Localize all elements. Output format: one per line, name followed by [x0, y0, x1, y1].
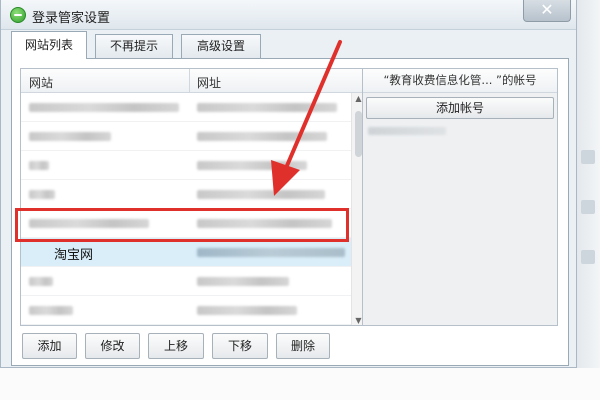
background-strip-icon — [581, 150, 595, 164]
list-item-selected[interactable]: 淘宝网 — [21, 238, 351, 267]
blurred-url — [197, 103, 337, 112]
blurred-url — [197, 190, 325, 199]
blurred-url — [197, 248, 345, 257]
add-button[interactable]: 添加 — [22, 333, 77, 359]
site-list: 网站 网址 淘宝网 ▲ ▼ — [20, 68, 364, 326]
blurred-url — [197, 132, 327, 141]
blurred-site-name — [29, 103, 179, 112]
background-area — [0, 368, 600, 400]
scrollbar-thumb[interactable] — [355, 111, 362, 157]
blurred-url — [197, 161, 307, 170]
blurred-site-name — [29, 277, 53, 286]
green-circle-icon — [10, 7, 26, 23]
move-down-button[interactable]: 下移 — [212, 333, 268, 359]
list-item[interactable] — [21, 93, 351, 122]
column-header-url[interactable]: 网址 — [197, 74, 221, 91]
tab-site-list[interactable]: 网站列表 — [11, 31, 87, 59]
background-strip-icon — [581, 200, 595, 214]
background-strip-icon — [581, 250, 595, 264]
list-item[interactable] — [21, 180, 351, 209]
window-title: 登录管家设置 — [32, 11, 111, 26]
edit-button[interactable]: 修改 — [85, 333, 140, 359]
annotation-highlight-box — [15, 208, 349, 242]
list-item[interactable] — [21, 267, 351, 296]
blurred-url — [197, 306, 297, 315]
blurred-url — [197, 277, 289, 286]
account-panel: “教育收费信息化管... ”的帐号 添加帐号 — [362, 68, 558, 326]
close-button[interactable]: ✕ — [523, 0, 571, 22]
column-separator — [189, 69, 190, 93]
blurred-site-name — [29, 132, 111, 141]
tab-no-prompt[interactable]: 不再提示 — [95, 34, 173, 58]
account-panel-header: “教育收费信息化管... ”的帐号 — [363, 69, 557, 93]
list-item[interactable] — [21, 296, 351, 325]
blurred-account[interactable] — [368, 127, 446, 135]
selected-site-name: 淘宝网 — [54, 248, 94, 263]
blurred-site-name — [29, 161, 49, 170]
column-header-site[interactable]: 网站 — [29, 74, 53, 91]
tab-advanced-settings[interactable]: 高级设置 — [181, 34, 261, 58]
site-list-header: 网站 网址 — [21, 69, 363, 93]
blurred-site-name — [29, 190, 55, 199]
move-up-button[interactable]: 上移 — [148, 333, 204, 359]
background-app-strip — [577, 0, 600, 400]
delete-button[interactable]: 删除 — [276, 333, 330, 359]
list-item[interactable] — [21, 325, 351, 326]
add-account-button[interactable]: 添加帐号 — [366, 97, 554, 119]
list-item[interactable] — [21, 151, 351, 180]
blurred-site-name — [29, 306, 73, 315]
title-bar: 登录管家设置 ✕ — [1, 0, 576, 30]
list-item[interactable] — [21, 122, 351, 151]
